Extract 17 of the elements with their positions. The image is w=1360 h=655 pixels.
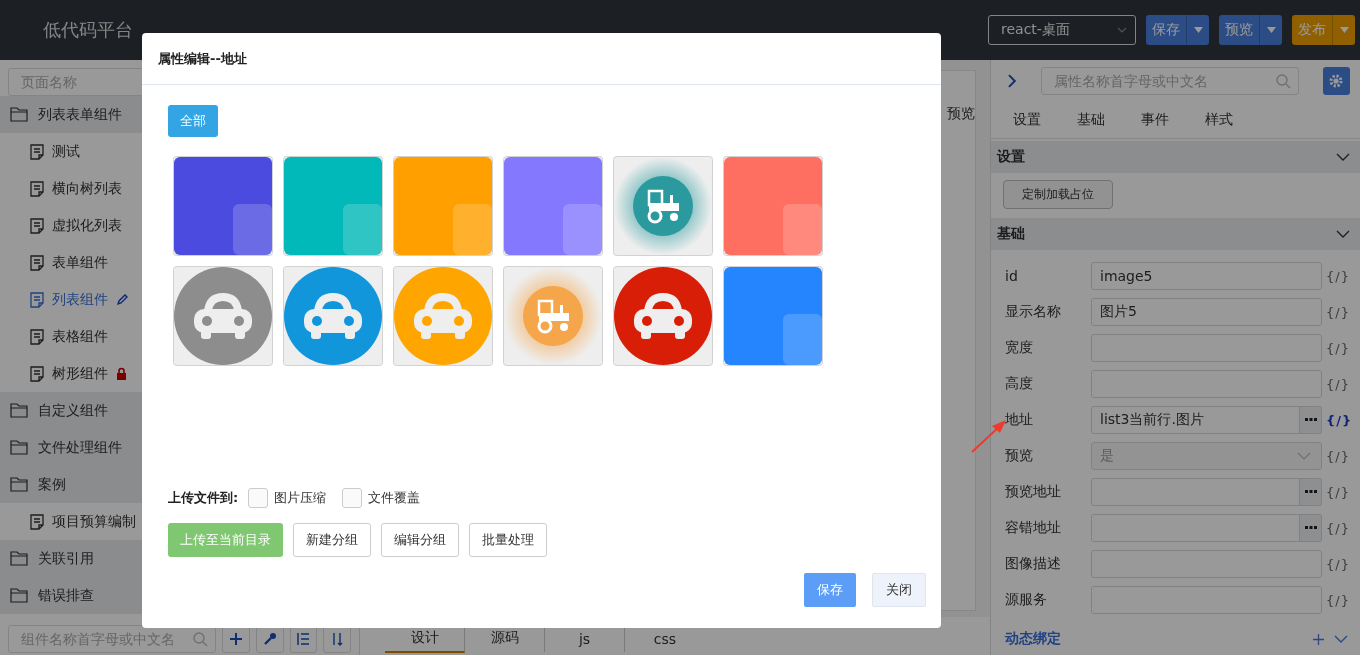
field-label: 预览 (1005, 447, 1034, 465)
field-label: 容错地址 (1005, 519, 1062, 537)
field-label: 宽度 (1005, 339, 1034, 357)
field-label: 图像描述 (1005, 555, 1062, 573)
field-label: 源服务 (1005, 591, 1048, 609)
field-label: 地址 (1005, 411, 1034, 429)
field-label: 预览地址 (1005, 483, 1062, 501)
section-title: 动态绑定 (1005, 630, 1061, 648)
upload-label: 上传文件到: (168, 489, 239, 507)
field-label: id (1005, 268, 1019, 284)
field-label: 高度 (1005, 375, 1034, 393)
checkbox-label: 图片压缩 (274, 489, 327, 507)
app-logo: 低代码平台 (43, 18, 133, 42)
dialog-title: 属性编辑--地址 (158, 49, 247, 68)
checkbox-label: 文件覆盖 (368, 489, 421, 507)
preview-label: 预览 (947, 105, 975, 123)
field-label: 显示名称 (1005, 303, 1062, 321)
